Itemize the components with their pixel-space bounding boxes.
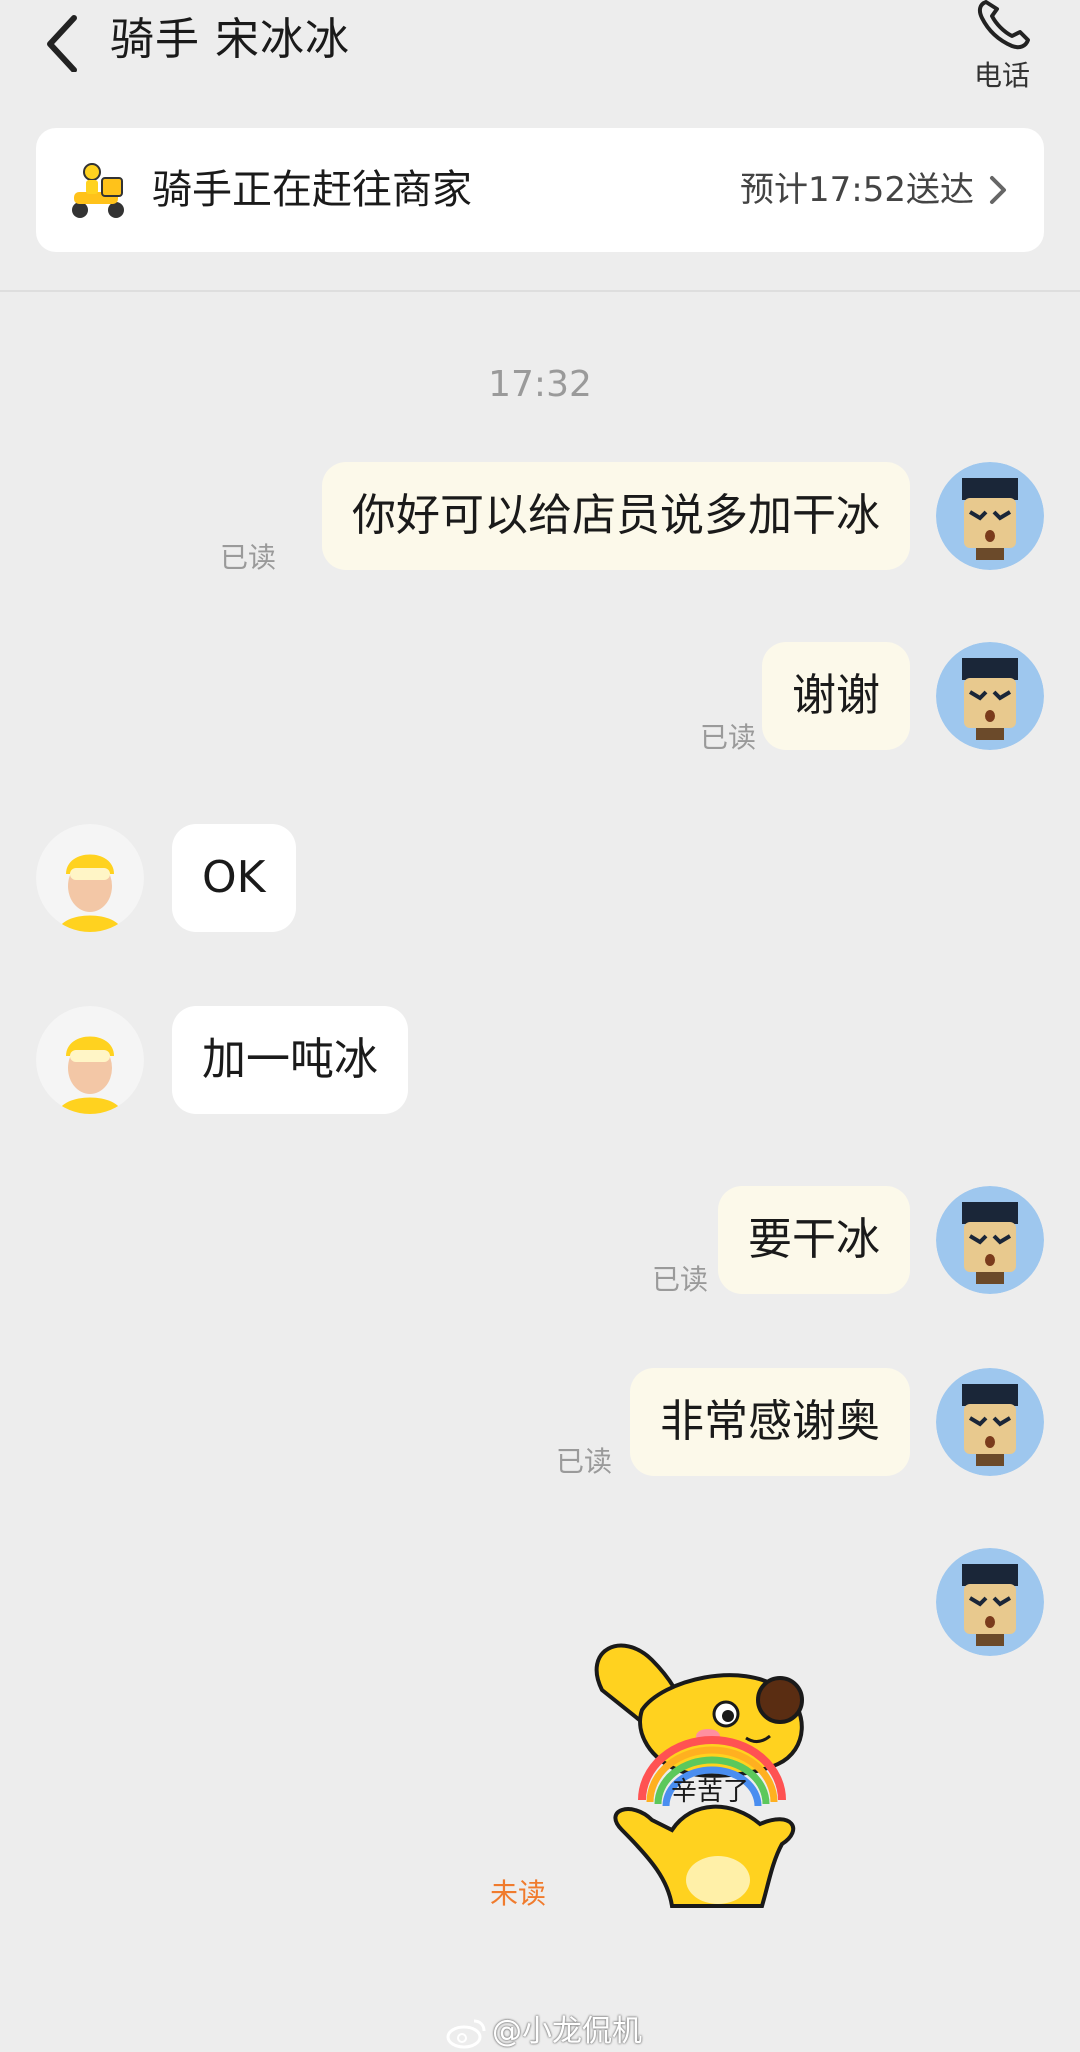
- my-avatar[interactable]: [936, 642, 1044, 750]
- sticker-label: 辛苦了: [671, 1777, 749, 1807]
- message-bubble-sent[interactable]: 你好可以给店员说多加干冰: [322, 462, 910, 570]
- eta-text: 预计17:52送达: [740, 170, 974, 210]
- delivery-status-card[interactable]: 骑手正在赶往商家 预计17:52送达: [36, 128, 1044, 252]
- back-button[interactable]: [36, 8, 92, 73]
- read-status: 已读: [652, 1263, 709, 1296]
- call-button[interactable]: 电话: [952, 0, 1052, 100]
- message-bubble-received[interactable]: 加一吨冰: [172, 1006, 408, 1114]
- read-status: 已读: [220, 541, 277, 574]
- phone-icon: [977, 0, 1030, 50]
- message-bubble-sent[interactable]: 非常感谢奥: [630, 1368, 910, 1476]
- chat-timestamp: 17:32: [488, 364, 592, 405]
- my-avatar[interactable]: [936, 1368, 1044, 1476]
- chat-screen: 骑手 宋冰冰 电话 骑手正在赶往商家 预计17:52送达 17:32 已读 你好…: [0, 0, 1080, 2052]
- message-bubble-sent[interactable]: 要干冰: [718, 1186, 910, 1294]
- scooter-icon: [72, 163, 124, 218]
- rider-avatar[interactable]: [36, 1006, 144, 1114]
- kangaroo-sticker[interactable]: 辛苦了: [582, 1630, 832, 1910]
- watermark: @小龙侃机: [446, 2006, 642, 2050]
- rider-avatar[interactable]: [36, 824, 144, 932]
- weibo-icon: [446, 2019, 486, 2048]
- read-status: 已读: [556, 1445, 613, 1478]
- chevron-right-icon: [990, 176, 1006, 204]
- watermark-text: @小龙侃机: [492, 2014, 642, 2049]
- rider-status-text: 骑手正在赶往商家: [152, 167, 472, 213]
- unread-status: 未读: [490, 1877, 547, 1910]
- chevron-left-icon: [47, 15, 77, 73]
- header: 骑手 宋冰冰 电话: [0, 0, 1080, 120]
- message-bubble-received[interactable]: OK: [172, 824, 296, 932]
- divider: [0, 290, 1080, 292]
- read-status: 已读: [700, 721, 757, 754]
- page-title: 骑手 宋冰冰: [110, 14, 350, 65]
- message-bubble-sent[interactable]: 谢谢: [762, 642, 910, 750]
- my-avatar[interactable]: [936, 1548, 1044, 1656]
- my-avatar[interactable]: [936, 1186, 1044, 1294]
- call-label: 电话: [973, 59, 1030, 92]
- my-avatar[interactable]: [936, 462, 1044, 570]
